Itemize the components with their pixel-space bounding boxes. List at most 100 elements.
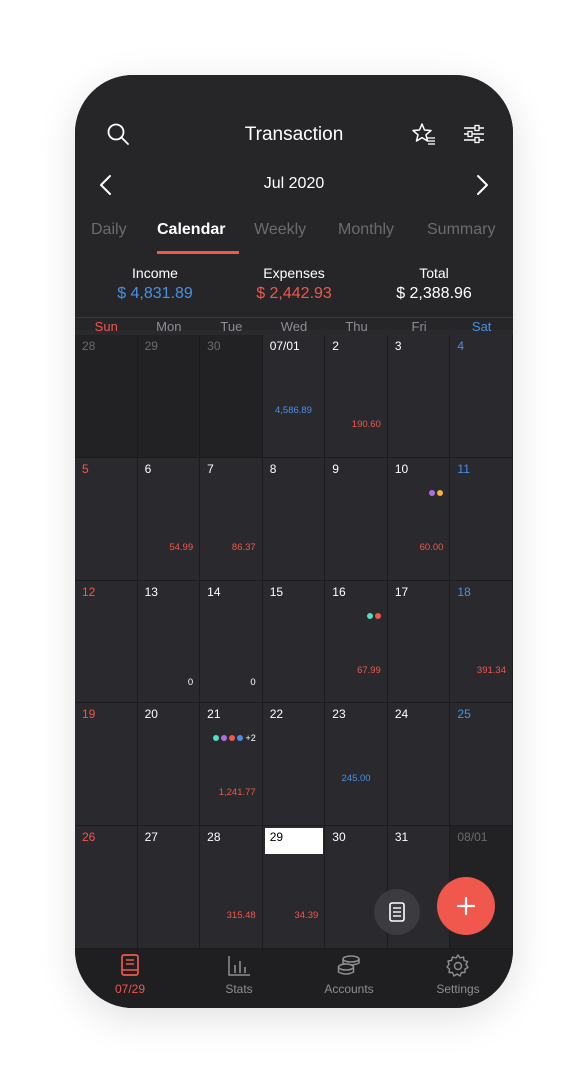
calendar-day[interactable]: 24 [387,703,451,827]
calendar-day[interactable]: 16 67.99 [325,580,388,704]
expense-amount: 86.37 [231,541,256,553]
calendar-day[interactable]: 9 [325,457,388,581]
calendar-day[interactable]: 28 [75,335,138,458]
nav-accounts-label: Accounts [324,982,374,996]
calendar-day[interactable]: 15 [262,580,326,704]
star-list-icon[interactable] [411,121,437,147]
memo-button[interactable] [374,889,420,935]
plus-icon [456,896,476,916]
expenses-label: Expenses [263,265,325,281]
day-number: 29 [144,339,158,353]
category-dot [229,735,236,742]
tab-summary[interactable]: Summary [427,221,495,239]
total-summary: Total $ 2,388.96 [361,265,507,303]
day-number: 20 [144,707,158,722]
calendar-day[interactable]: 6 54.99 [137,457,201,581]
day-number: 17 [394,584,409,599]
expense-amount: 67.99 [357,664,381,676]
day-number: 30 [332,830,346,845]
tab-monthly[interactable]: Monthly [338,221,394,239]
nav-settings-label: Settings [436,982,480,996]
weekday-tue: Tue [220,319,243,334]
nav-transactions[interactable]: 07/29 [75,953,185,996]
calendar-day[interactable]: 23 245.00 [325,703,388,827]
page-title: Transaction [244,124,344,145]
weekday-sun: Sun [94,319,118,334]
calendar-day[interactable]: 8 [262,457,326,581]
nav-transactions-label: 07/29 [114,982,146,996]
calendar-day[interactable]: 5 [75,457,138,581]
day-number: 19 [82,707,96,722]
day-number: 23 [332,707,346,722]
calendar-day[interactable]: 29 34.39 [262,826,326,949]
phone-frame: Transaction Jul 2020 Daily Calendar Week… [75,75,513,1008]
calendar-day[interactable]: 17 [387,580,451,704]
day-number: 8 [269,461,277,476]
calendar-day[interactable]: 27 [137,826,201,949]
total-value: $ 2,388.96 [396,285,472,302]
calendar-day[interactable]: 30 [200,335,263,458]
category-dots: +2 [211,733,256,744]
sliders-icon[interactable] [461,121,487,147]
calendar-day[interactable]: 12 [75,580,138,704]
tab-calendar[interactable]: Calendar [157,221,225,239]
calendar-day[interactable]: 11 [450,457,513,581]
day-number: 22 [269,707,284,722]
category-dot [366,612,373,619]
chevron-right-icon[interactable] [471,173,493,197]
weekday-fri: Fri [411,319,427,334]
month-selector: Jul 2020 [75,171,513,201]
day-number: 2 [332,339,339,353]
income-summary: Income $ 4,831.89 [82,265,228,303]
nav-accounts[interactable]: Accounts [294,953,404,996]
calendar-day[interactable]: 26 [75,826,138,949]
category-dots [427,489,444,498]
expense-amount: 1,241.77 [218,787,256,799]
calendar-day[interactable]: 14 0 [200,580,263,704]
tab-daily[interactable]: Daily [91,221,127,239]
summary-bar: Income $ 4,831.89 Expenses $ 2,442.93 To… [75,255,513,315]
calendar-day[interactable]: 13 0 [137,580,201,704]
weekday-mon: Mon [156,319,182,334]
calendar-day[interactable]: 4 [450,335,513,458]
add-transaction-button[interactable] [437,877,495,935]
total-label: Total [419,265,449,281]
calendar-day[interactable]: 3 [387,335,451,458]
calendar-day[interactable]: 22 [262,703,326,827]
expenses-value: $ 2,442.93 [256,285,332,302]
day-number: 4 [457,339,465,353]
view-tabs: Daily Calendar Weekly Monthly Summary [75,213,513,254]
calendar-day[interactable]: 20 [137,703,201,827]
day-number: 16 [332,584,346,599]
day-number: 3 [394,339,402,353]
calendar-day[interactable]: 21 +2 1,241.77 [200,703,263,827]
day-number: 28 [82,339,96,353]
calendar-day[interactable]: 2 190.60 [325,335,388,458]
day-number: 14 [207,584,221,599]
calendar-day[interactable]: 19 [75,703,138,827]
title-bar: Transaction [75,115,513,155]
category-dot [213,735,220,742]
day-number: 13 [144,584,158,599]
calendar-day[interactable]: 29 [137,335,201,458]
calendar-day[interactable]: 7 86.37 [200,457,263,581]
expense-amount: 391.34 [476,664,506,676]
income-label: Income [132,265,178,281]
nav-settings[interactable]: Settings [403,953,513,996]
bar-chart-icon [228,956,250,976]
day-number: 31 [394,830,409,845]
nav-stats[interactable]: Stats [184,953,294,996]
day-number: 30 [207,339,221,353]
tab-weekly[interactable]: Weekly [254,221,306,239]
more-categories-count: +2 [245,733,256,744]
calendar-day[interactable]: 18 391.34 [450,580,513,704]
expenses-summary: Expenses $ 2,442.93 [221,265,367,303]
calendar-day[interactable]: 25 [450,703,513,827]
calendar-day[interactable]: 07/01 4,586.89 [262,335,326,458]
calendar-day[interactable]: 28 315.48 [200,826,263,949]
category-dot [221,735,228,742]
weekday-sat: Sat [471,319,492,334]
current-month[interactable]: Jul 2020 [75,175,513,193]
calendar-day[interactable]: 10 60.00 [387,457,451,581]
day-number: 24 [394,707,409,722]
